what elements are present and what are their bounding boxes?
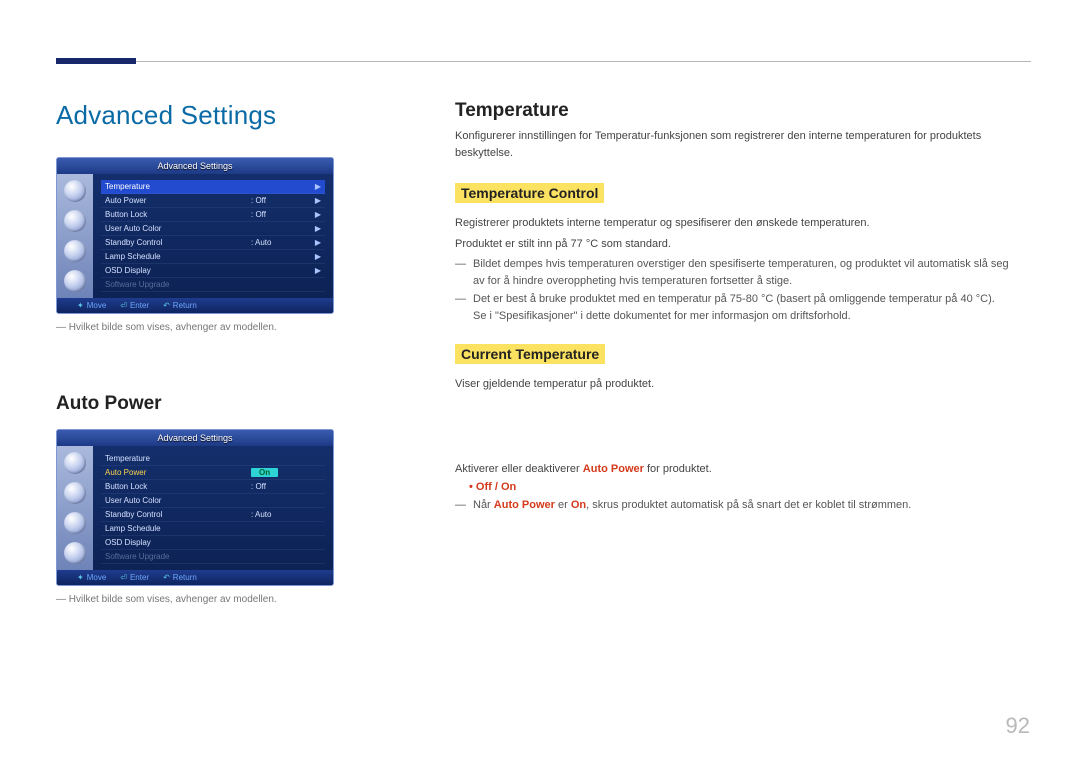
osd-menu-row: Software Upgrade [101, 278, 325, 292]
osd-footer-return: Return [173, 573, 197, 582]
osd-menu-row: Software Upgrade [101, 550, 325, 564]
osd-footer-enter: Enter [130, 573, 149, 582]
osd-sidebar-icon [64, 512, 86, 534]
osd-screenshot-auto-power: Advanced Settings TemperatureAuto PowerO… [56, 429, 334, 586]
osd-row-label: OSD Display [101, 266, 251, 275]
header-accent-bar [56, 58, 136, 64]
osd-row-label: Lamp Schedule [101, 252, 251, 261]
inline-accent-auto-power: Auto Power [583, 463, 644, 475]
chevron-right-icon: ▶ [311, 196, 325, 205]
osd-row-label: Auto Power [101, 196, 251, 205]
chevron-right-icon: ▶ [311, 238, 325, 247]
osd-sidebar-icon [64, 482, 86, 504]
osd-footer-move: Move [87, 301, 107, 310]
osd-row-label: Standby Control [101, 510, 251, 519]
osd-row-label: Temperature [101, 454, 251, 463]
osd-footer: ✦Move ⏎Enter ↶Return [57, 570, 333, 585]
osd-menu-row: User Auto Color ▶ [101, 222, 325, 236]
osd-menu-row: Temperature [101, 452, 325, 466]
osd-row-value: : Off [251, 482, 311, 491]
section-heading-temperature: Temperature [455, 100, 1015, 122]
note-line: ― Når Auto Power er On, skrus produktet … [455, 497, 1015, 514]
osd-footer-move: Move [87, 573, 107, 582]
bullet-off-on: • Off / On [469, 481, 1015, 493]
osd-menu-row: Standby Control: Auto▶ [101, 236, 325, 250]
right-column: Temperature Konfigurerer innstillingen f… [455, 100, 1015, 516]
sub-heading-temperature-control: Temperature Control [455, 183, 604, 203]
osd-row-label: Standby Control [101, 238, 251, 247]
osd-row-label: OSD Display [101, 538, 251, 547]
osd-sidebar-icon [64, 180, 86, 202]
osd-sidebar-icon [64, 542, 86, 564]
note-line: ―Bildet dempes hvis temperaturen oversti… [455, 256, 1015, 289]
chevron-right-icon: ▶ [311, 182, 325, 191]
osd-sidebar-icon [64, 270, 86, 292]
osd-title: Advanced Settings [57, 430, 333, 446]
osd-value-box: On [251, 468, 278, 477]
osd-row-label: Software Upgrade [101, 280, 251, 289]
osd-row-value: : Auto [251, 510, 311, 519]
osd-sidebar-icon [64, 452, 86, 474]
osd-menu-row: Auto Power: Off▶ [101, 194, 325, 208]
image-caption: ― Hvilket bilde som vises, avhenger av m… [56, 322, 376, 333]
osd-row-label: Button Lock [101, 482, 251, 491]
osd-row-label: Button Lock [101, 210, 251, 219]
chevron-right-icon: ▶ [311, 224, 325, 233]
osd-screenshot-advanced-settings: Advanced Settings Temperature▶Auto Power… [56, 157, 334, 314]
osd-sidebar [57, 446, 93, 570]
osd-menu-row: OSD Display ▶ [101, 264, 325, 278]
osd-menu-row: Temperature ▶ [101, 180, 325, 194]
osd-menu-row: Lamp Schedule ▶ [101, 250, 325, 264]
chevron-right-icon: ▶ [311, 266, 325, 275]
tc-text: Registrerer produktets interne temperatu… [455, 215, 1015, 232]
section-heading-auto-power: Auto Power [56, 393, 376, 415]
temperature-intro: Konfigurerer innstillingen for Temperatu… [455, 128, 1015, 161]
header-rule [136, 61, 1031, 62]
auto-power-text: Aktiverer eller deaktiverer Auto Power f… [455, 461, 1015, 478]
osd-menu-row: User Auto Color [101, 494, 325, 508]
chevron-right-icon: ▶ [311, 210, 325, 219]
osd-footer-enter: Enter [130, 301, 149, 310]
osd-menu-row: Button Lock: Off▶ [101, 208, 325, 222]
chevron-right-icon: ▶ [311, 252, 325, 261]
osd-row-value: On [251, 468, 311, 477]
osd-row-value: : Off [251, 196, 311, 205]
osd-row-label: Auto Power [101, 468, 251, 477]
osd-footer-return: Return [173, 301, 197, 310]
tc-text: Produktet er stilt inn på 77 °C som stan… [455, 236, 1015, 253]
osd-menu: TemperatureAuto PowerOnButton Lock: OffU… [93, 446, 333, 570]
osd-row-label: Temperature [101, 182, 251, 191]
page-number: 92 [1006, 713, 1030, 739]
osd-row-value: : Off [251, 210, 311, 219]
osd-row-label: Lamp Schedule [101, 524, 251, 533]
osd-row-label: Software Upgrade [101, 552, 251, 561]
osd-title: Advanced Settings [57, 158, 333, 174]
osd-row-value: : Auto [251, 238, 311, 247]
inline-accent-auto-power: Auto Power [494, 499, 555, 511]
curr-temp-text: Viser gjeldende temperatur på produktet. [455, 376, 1015, 393]
osd-row-label: User Auto Color [101, 496, 251, 505]
page-title: Advanced Settings [56, 100, 376, 131]
note-line: ―Det er best å bruke produktet med en te… [455, 291, 1015, 324]
osd-menu: Temperature▶Auto Power: Off▶Button Lock:… [93, 174, 333, 298]
osd-menu-row: Standby Control: Auto [101, 508, 325, 522]
osd-menu-row: Auto PowerOn [101, 466, 325, 480]
osd-row-label: User Auto Color [101, 224, 251, 233]
left-column: Advanced Settings Advanced Settings Temp… [56, 100, 376, 605]
image-caption: ― Hvilket bilde som vises, avhenger av m… [56, 594, 376, 605]
inline-accent-on: On [571, 499, 586, 511]
osd-menu-row: OSD Display [101, 536, 325, 550]
osd-sidebar-icon [64, 210, 86, 232]
osd-menu-row: Lamp Schedule [101, 522, 325, 536]
osd-menu-row: Button Lock: Off [101, 480, 325, 494]
osd-footer: ✦Move ⏎Enter ↶Return [57, 298, 333, 313]
osd-sidebar-icon [64, 240, 86, 262]
sub-heading-current-temperature: Current Temperature [455, 344, 605, 364]
osd-sidebar [57, 174, 93, 298]
